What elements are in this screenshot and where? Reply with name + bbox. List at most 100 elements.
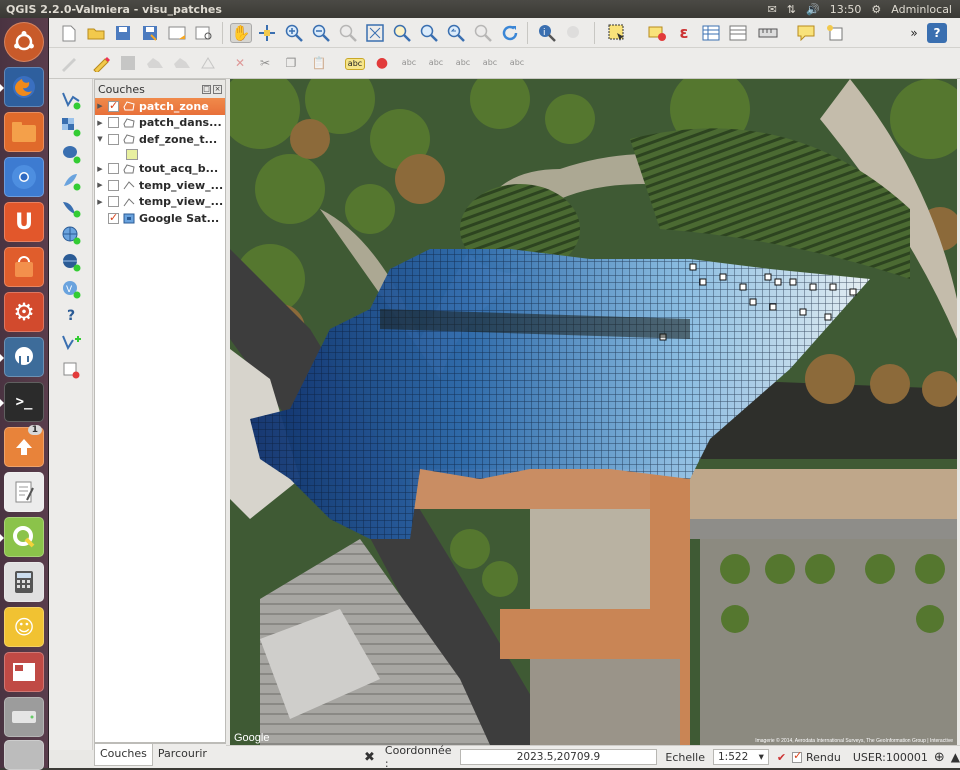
system-settings-icon[interactable]: ⚙ xyxy=(4,292,44,332)
stop-render-icon[interactable]: ✔ xyxy=(777,751,786,764)
layer-visibility-checkbox[interactable] xyxy=(108,117,119,129)
firefox-icon[interactable] xyxy=(0,67,44,107)
paste-features-icon[interactable]: 📋 xyxy=(309,53,329,73)
zoom-out-icon[interactable] xyxy=(311,23,331,43)
current-edits-icon[interactable] xyxy=(59,53,79,73)
layer-item[interactable]: ▶ tout_acq_b... xyxy=(95,161,225,178)
layer-visibility-checkbox[interactable] xyxy=(108,211,119,224)
rotate-label-icon[interactable]: abc xyxy=(480,53,500,73)
mail-icon[interactable]: ✉ xyxy=(768,3,777,16)
text-annotation-icon[interactable] xyxy=(825,23,845,43)
deselect-features-icon[interactable] xyxy=(647,23,667,43)
new-shapefile-layer-icon[interactable] xyxy=(60,332,82,354)
attribute-table-icon[interactable] xyxy=(701,23,721,43)
crs-label[interactable]: USER:100001 xyxy=(853,751,928,764)
calculator-icon[interactable] xyxy=(4,562,44,602)
pin-labels-icon[interactable]: abc xyxy=(399,53,419,73)
messages-icon[interactable]: ▲ xyxy=(951,750,960,764)
coordinate-field[interactable]: 2023.5,20709.9 xyxy=(459,749,658,765)
layer-item[interactable]: ▼ def_zone_t... xyxy=(95,131,225,148)
toggle-editing-icon[interactable] xyxy=(91,53,111,73)
disk-drive-icon[interactable] xyxy=(4,697,44,737)
toolbar-overflow-icon[interactable]: » xyxy=(904,23,924,43)
change-label-icon[interactable]: abc xyxy=(507,53,527,73)
expand-icon[interactable]: ▶ xyxy=(95,181,105,189)
expand-icon[interactable]: ▶ xyxy=(95,198,105,206)
map-tips-icon[interactable] xyxy=(564,23,584,43)
layer-item[interactable]: ▶ patch_dans... xyxy=(95,115,225,132)
render-checkbox[interactable]: ✓ xyxy=(792,749,802,763)
add-vector-layer-icon[interactable] xyxy=(60,89,82,111)
update-manager-icon[interactable]: 1 xyxy=(4,425,44,467)
field-calculator-icon[interactable]: ε xyxy=(674,23,694,43)
zoom-full-icon[interactable] xyxy=(365,23,385,43)
identify-features-icon[interactable]: i xyxy=(537,23,557,43)
mascot-app-icon[interactable]: ☺ xyxy=(4,607,44,647)
text-editor-icon[interactable] xyxy=(4,472,44,512)
save-edits-icon[interactable] xyxy=(118,53,138,73)
dash-home-icon[interactable] xyxy=(4,22,44,62)
gear-icon[interactable]: ⚙ xyxy=(871,3,881,16)
layer-visibility-checkbox[interactable] xyxy=(108,99,119,112)
qgis-icon[interactable] xyxy=(0,517,44,557)
open-project-icon[interactable] xyxy=(86,23,106,43)
trash-icon[interactable] xyxy=(4,740,44,770)
select-features-icon[interactable] xyxy=(607,23,627,43)
collapse-icon[interactable]: ▼ xyxy=(95,135,105,143)
delete-selected-icon[interactable]: ✕ xyxy=(230,53,250,73)
copy-features-icon[interactable]: ❐ xyxy=(281,53,301,73)
pgadmin-elephant-icon[interactable] xyxy=(0,337,44,377)
chromium-icon[interactable] xyxy=(4,157,44,197)
expand-icon[interactable]: ▶ xyxy=(95,165,105,173)
files-icon[interactable] xyxy=(4,112,44,152)
tab-parcourir[interactable]: Parcourir xyxy=(153,744,212,766)
add-postgis-layer-icon[interactable] xyxy=(60,143,82,165)
expand-icon[interactable]: ▶ xyxy=(95,119,105,127)
add-spatialite-layer-icon[interactable] xyxy=(60,170,82,192)
expand-icon[interactable]: ▶ xyxy=(95,102,105,110)
volume-icon[interactable]: 🔊 xyxy=(806,3,820,16)
network-icon[interactable]: ⇅ xyxy=(787,3,796,16)
float-panel-icon[interactable]: □ xyxy=(202,84,211,94)
layer-item[interactable]: Google Sat... xyxy=(95,210,225,227)
composer-manager-icon[interactable] xyxy=(194,23,214,43)
statistics-icon[interactable] xyxy=(728,23,748,43)
software-center-icon[interactable] xyxy=(4,247,44,287)
remove-layer-icon[interactable] xyxy=(60,359,82,381)
zoom-to-selection-icon[interactable] xyxy=(392,23,412,43)
workspace-switcher-icon[interactable] xyxy=(4,652,44,692)
layer-item[interactable]: ▶ temp_view_... xyxy=(95,177,225,194)
layer-visibility-checkbox[interactable] xyxy=(108,179,119,191)
refresh-icon[interactable] xyxy=(500,23,520,43)
username[interactable]: Adminlocal xyxy=(891,3,952,16)
clock[interactable]: 13:50 xyxy=(830,3,862,16)
layer-item[interactable]: ▶ patch_zone xyxy=(95,98,225,115)
help-icon[interactable]: ? xyxy=(927,23,947,43)
pan-to-selection-icon[interactable] xyxy=(257,23,277,43)
coordinate-toggle-icon[interactable]: ✖ xyxy=(364,750,375,765)
zoom-native-icon[interactable] xyxy=(338,23,358,43)
node-tool-icon[interactable] xyxy=(199,53,219,73)
terminal-icon[interactable]: >_ xyxy=(0,382,44,422)
save-as-icon[interactable] xyxy=(140,23,160,43)
add-mssql-layer-icon[interactable] xyxy=(60,197,82,219)
zoom-in-icon[interactable] xyxy=(284,23,304,43)
map-canvas[interactable]: Google Imagerie © 2014, Aerodata Interna… xyxy=(230,79,957,745)
add-delimited-text-icon[interactable]: ? xyxy=(60,305,82,327)
tab-couches[interactable]: Couches xyxy=(94,744,153,766)
add-wms-layer-icon[interactable] xyxy=(60,224,82,246)
layer-item[interactable]: ▶ temp_view_... xyxy=(95,194,225,211)
move-label-icon[interactable]: abc xyxy=(453,53,473,73)
add-raster-layer-icon[interactable] xyxy=(60,116,82,138)
layer-visibility-checkbox[interactable] xyxy=(108,133,119,145)
zoom-next-icon[interactable] xyxy=(473,23,493,43)
crs-globe-icon[interactable]: ⊕ xyxy=(934,750,945,765)
layer-visibility-checkbox[interactable] xyxy=(108,163,119,175)
move-feature-icon[interactable] xyxy=(172,53,192,73)
show-hide-labels-icon[interactable]: abc xyxy=(426,53,446,73)
cut-features-icon[interactable]: ✂ xyxy=(255,53,275,73)
new-project-icon[interactable] xyxy=(59,23,79,43)
save-project-icon[interactable] xyxy=(113,23,133,43)
close-panel-icon[interactable]: × xyxy=(213,84,222,94)
zoom-to-layer-icon[interactable] xyxy=(419,23,439,43)
